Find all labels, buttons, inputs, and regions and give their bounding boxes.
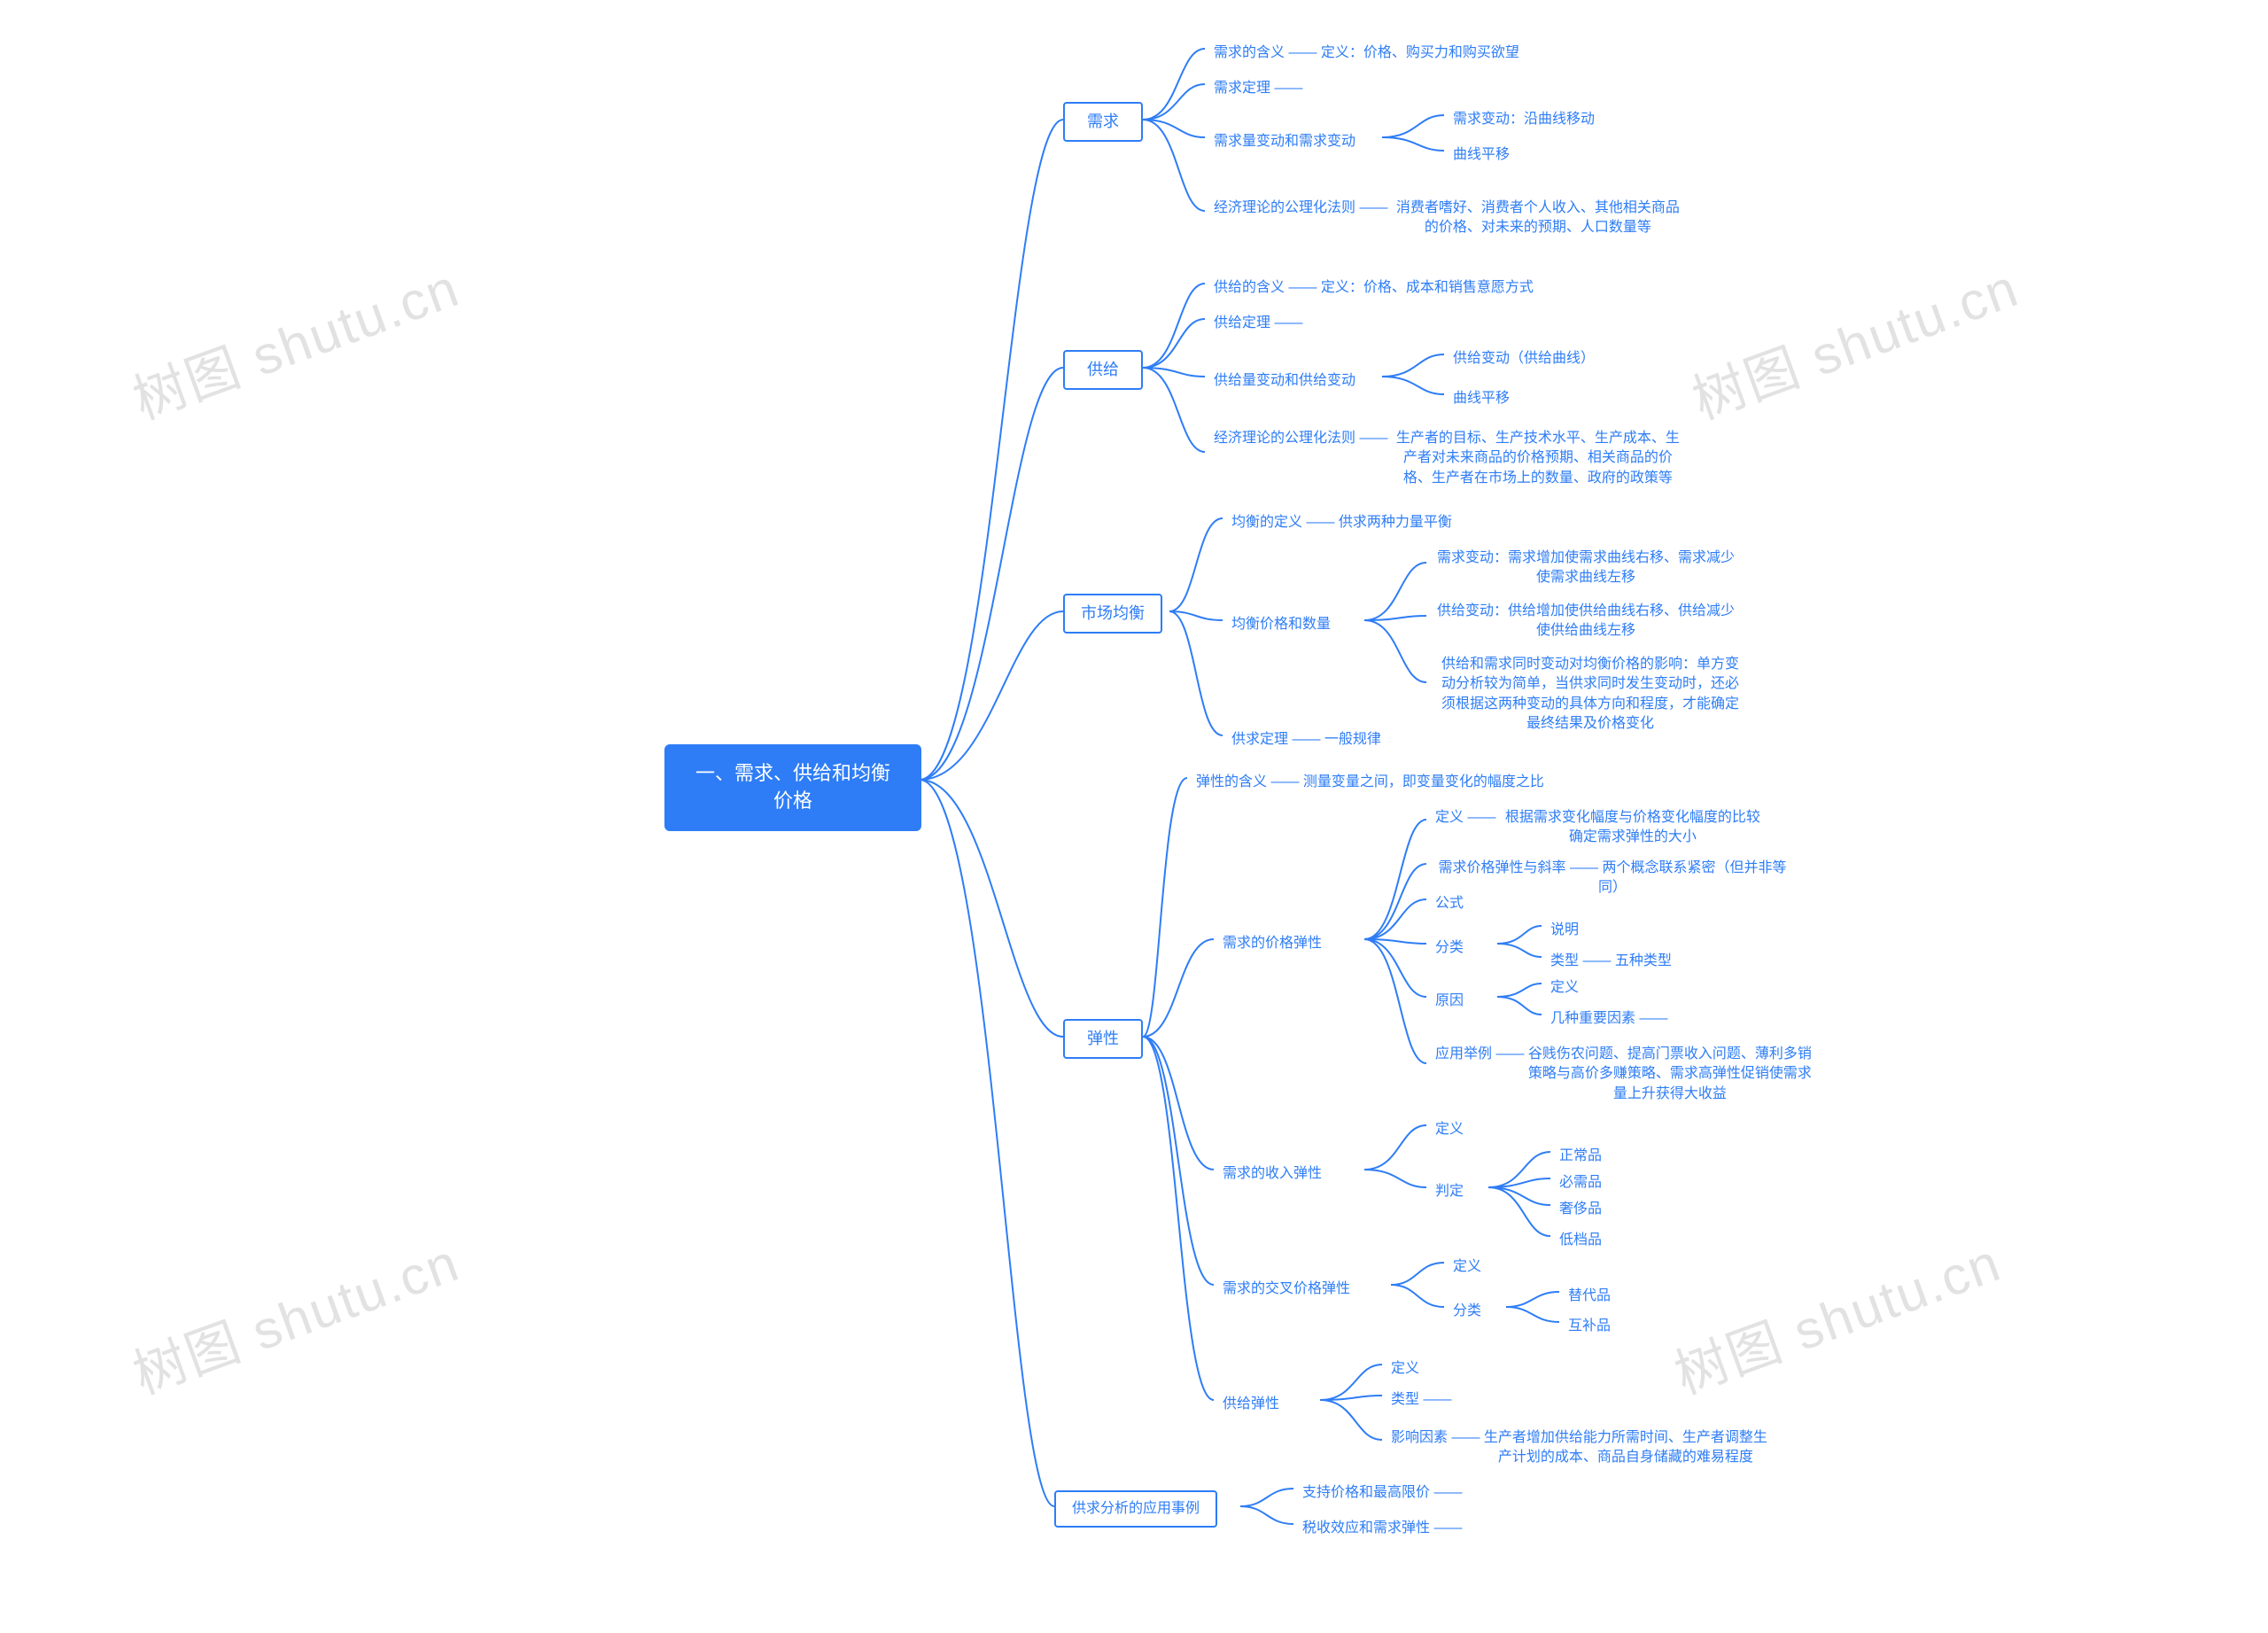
- leaf[interactable]: 弹性的含义 —— 测量变量之间，即变量变化的幅度之比: [1187, 769, 1553, 796]
- label: 需求的含义: [1214, 45, 1285, 60]
- leaf[interactable]: 分类: [1426, 935, 1472, 961]
- leaf[interactable]: 需求变动：需求增加使需求曲线右移、需求减少使需求曲线左移: [1426, 545, 1745, 592]
- watermark: 树图 shutu.cn: [1681, 245, 2028, 435]
- leaf[interactable]: 支持价格和最高限价 ——: [1293, 1480, 1471, 1506]
- detail: 生产者增加供给能力所需时间、生产者调整生产计划的成本、商品自身储藏的难易程度: [1484, 1428, 1767, 1468]
- branch-application[interactable]: 供求分析的应用事例: [1054, 1490, 1217, 1528]
- leaf[interactable]: 需求变动：沿曲线移动: [1444, 106, 1604, 133]
- leaf[interactable]: 说明: [1542, 917, 1588, 944]
- detail: 根据需求变化幅度与价格变化幅度的比较确定需求弹性的大小: [1500, 808, 1766, 848]
- leaf[interactable]: 几种重要因素 ——: [1542, 1006, 1676, 1032]
- leaf[interactable]: 类型 ——: [1382, 1387, 1460, 1413]
- label: 经济理论的公理化法则 ——: [1214, 200, 1387, 215]
- leaf[interactable]: 定义: [1542, 975, 1588, 1001]
- leaf[interactable]: 供给量变动和供给变动: [1205, 368, 1364, 394]
- leaf[interactable]: 定义: [1382, 1356, 1428, 1382]
- leaf[interactable]: 需求定理 ——: [1205, 75, 1311, 102]
- dash-icon: ——: [1285, 45, 1321, 60]
- leaf[interactable]: 经济理论的公理化法则 —— 生产者的目标、生产技术水平、生产成本、生产者对未来商…: [1205, 425, 1693, 492]
- leaf[interactable]: 低档品: [1550, 1227, 1611, 1254]
- leaf[interactable]: 曲线平移: [1444, 142, 1518, 168]
- leaf[interactable]: 互补品: [1559, 1313, 1619, 1340]
- watermark: 树图 shutu.cn: [1663, 1220, 2010, 1410]
- leaf[interactable]: 公式: [1426, 890, 1472, 917]
- leaf[interactable]: 曲线平移: [1444, 385, 1518, 412]
- leaf[interactable]: 定义: [1426, 1116, 1472, 1143]
- leaf[interactable]: 类型 —— 五种类型: [1542, 948, 1681, 975]
- node-cross-elasticity[interactable]: 需求的交叉价格弹性: [1214, 1276, 1359, 1303]
- leaf[interactable]: 供求定理 —— 一般规律: [1223, 727, 1390, 753]
- label: 定义 ——: [1435, 810, 1495, 825]
- leaf[interactable]: 均衡的定义 —— 供求两种力量平衡: [1223, 509, 1461, 536]
- label: 经济理论的公理化法则 ——: [1214, 431, 1387, 446]
- node-supply-elasticity[interactable]: 供给弹性: [1214, 1391, 1288, 1418]
- watermark: 树图 shutu.cn: [121, 245, 469, 435]
- leaf[interactable]: 税收效应和需求弹性 ——: [1293, 1515, 1471, 1542]
- branch-elasticity[interactable]: 弹性: [1063, 1019, 1143, 1059]
- leaf[interactable]: 替代品: [1559, 1283, 1619, 1310]
- detail: 谷贱伤农问题、提高门票收入问题、薄利多销策略与高价多赚策略、需求高弹性促销使需求…: [1528, 1045, 1812, 1104]
- node-income-elasticity[interactable]: 需求的收入弹性: [1214, 1161, 1331, 1187]
- leaf[interactable]: 均衡价格和数量: [1223, 611, 1340, 638]
- leaf[interactable]: 需求量变动和需求变动: [1205, 128, 1364, 155]
- root-node[interactable]: 一、需求、供给和均衡价格: [664, 744, 921, 831]
- leaf[interactable]: 供给的含义 —— 定义：价格、成本和销售意愿方式: [1205, 275, 1542, 301]
- leaf[interactable]: 判定: [1426, 1178, 1472, 1205]
- mindmap-canvas: 树图 shutu.cn 树图 shutu.cn 树图 shutu.cn 树图 s…: [0, 0, 2268, 1633]
- leaf[interactable]: 影响因素 —— 生产者增加供给能力所需时间、生产者调整生产计划的成本、商品自身储…: [1382, 1425, 1776, 1472]
- leaf[interactable]: 经济理论的公理化法则 —— 消费者嗜好、消费者个人收入、其他相关商品的价格、对未…: [1205, 195, 1693, 242]
- leaf[interactable]: 原因: [1426, 988, 1472, 1015]
- leaf[interactable]: 奢侈品: [1550, 1196, 1611, 1223]
- leaf[interactable]: 应用举例 —— 谷贱伤农问题、提高门票收入问题、薄利多销策略与高价多赚策略、需求…: [1426, 1041, 1821, 1108]
- detail: 消费者嗜好、消费者个人收入、其他相关商品的价格、对未来的预期、人口数量等: [1392, 198, 1684, 238]
- branch-supply[interactable]: 供给: [1063, 350, 1143, 390]
- label: 影响因素 ——: [1391, 1430, 1480, 1445]
- leaf[interactable]: 供给变动（供给曲线）: [1444, 346, 1604, 372]
- leaf[interactable]: 供给定理 ——: [1205, 310, 1311, 337]
- leaf[interactable]: 必需品: [1550, 1170, 1611, 1196]
- leaf[interactable]: 分类: [1444, 1298, 1490, 1325]
- leaf[interactable]: 定义: [1444, 1254, 1490, 1280]
- connector-lines: [0, 0, 2268, 1633]
- leaf[interactable]: 需求价格弹性与斜率 —— 两个概念联系紧密（但并非等同）: [1426, 855, 1798, 902]
- leaf[interactable]: 供给变动：供给增加使供给曲线右移、供给减少使供给曲线左移: [1426, 598, 1745, 645]
- leaf[interactable]: 供给和需求同时变动对均衡价格的影响：单方变动分析较为简单，当供求同时发生变动时，…: [1426, 651, 1754, 738]
- branch-demand[interactable]: 需求: [1063, 102, 1143, 142]
- detail: 定义：价格、购买力和购买欲望: [1321, 45, 1519, 60]
- leaf[interactable]: 定义 —— 根据需求变化幅度与价格变化幅度的比较确定需求弹性的大小: [1426, 805, 1775, 851]
- detail: 生产者的目标、生产技术水平、生产成本、生产者对未来商品的价格预期、相关商品的价格…: [1392, 429, 1684, 488]
- watermark: 树图 shutu.cn: [121, 1220, 469, 1410]
- leaf[interactable]: 正常品: [1550, 1143, 1611, 1170]
- leaf[interactable]: 需求的含义 —— 定义：价格、购买力和购买欲望: [1205, 40, 1528, 66]
- label: 应用举例 ——: [1435, 1046, 1524, 1061]
- node-price-elasticity[interactable]: 需求的价格弹性: [1214, 930, 1331, 957]
- branch-equilibrium[interactable]: 市场均衡: [1063, 594, 1162, 634]
